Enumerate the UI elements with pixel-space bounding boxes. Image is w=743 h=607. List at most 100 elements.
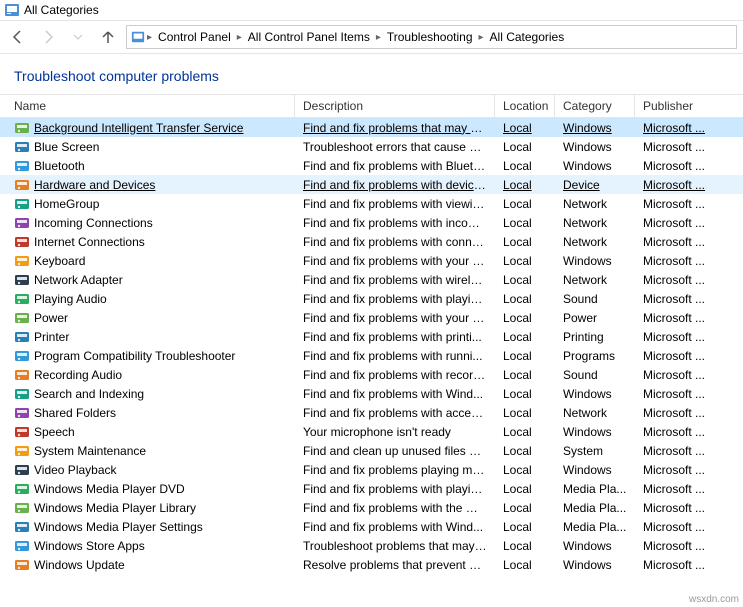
list-item[interactable]: Program Compatibility Troubleshooter Fin…	[0, 346, 743, 365]
item-location: Local	[495, 311, 555, 325]
list-item[interactable]: Speech Your microphone isn't ready Local…	[0, 422, 743, 441]
item-description: Your microphone isn't ready	[295, 425, 495, 439]
item-name: Network Adapter	[34, 273, 123, 287]
troubleshooter-icon	[14, 291, 30, 307]
troubleshooter-icon	[14, 462, 30, 478]
item-category: Network	[555, 235, 635, 249]
list-item[interactable]: Power Find and fix problems with your c.…	[0, 308, 743, 327]
list-item[interactable]: Windows Media Player Settings Find and f…	[0, 517, 743, 536]
troubleshooter-icon	[14, 253, 30, 269]
forward-button[interactable]	[36, 25, 60, 49]
item-location: Local	[495, 235, 555, 249]
item-location: Local	[495, 368, 555, 382]
breadcrumb-item[interactable]: All Categories	[486, 28, 569, 46]
item-location: Local	[495, 140, 555, 154]
troubleshooter-icon	[14, 405, 30, 421]
item-location: Local	[495, 178, 555, 192]
troubleshooter-icon	[14, 424, 30, 440]
item-publisher: Microsoft ...	[635, 178, 715, 192]
item-description: Find and fix problems with your c...	[295, 254, 495, 268]
list-item[interactable]: Windows Media Player Library Find and fi…	[0, 498, 743, 517]
breadcrumb-item[interactable]: Control Panel	[154, 28, 235, 46]
item-location: Local	[495, 501, 555, 515]
list-item[interactable]: Network Adapter Find and fix problems wi…	[0, 270, 743, 289]
back-button[interactable]	[6, 25, 30, 49]
item-publisher: Microsoft ...	[635, 368, 715, 382]
chevron-right-icon: ▸	[147, 32, 152, 43]
recent-dropdown-icon[interactable]	[66, 25, 90, 49]
item-category: Windows	[555, 558, 635, 572]
item-category: Windows	[555, 425, 635, 439]
item-description: Find and fix problems with viewin...	[295, 197, 495, 211]
breadcrumb-item[interactable]: Troubleshooting	[383, 28, 477, 46]
item-description: Find and fix problems that may p...	[295, 121, 495, 135]
troubleshooter-icon	[14, 158, 30, 174]
list-item[interactable]: Bluetooth Find and fix problems with Blu…	[0, 156, 743, 175]
item-category: Device	[555, 178, 635, 192]
troubleshooter-icon	[14, 329, 30, 345]
column-header-category[interactable]: Category	[555, 95, 635, 117]
troubleshooter-icon	[14, 215, 30, 231]
list-item[interactable]: HomeGroup Find and fix problems with vie…	[0, 194, 743, 213]
item-publisher: Microsoft ...	[635, 197, 715, 211]
item-location: Local	[495, 520, 555, 534]
list-item[interactable]: Background Intelligent Transfer Service …	[0, 118, 743, 137]
list-item[interactable]: System Maintenance Find and clean up unu…	[0, 441, 743, 460]
item-location: Local	[495, 349, 555, 363]
item-name: Internet Connections	[34, 235, 145, 249]
list-item[interactable]: Printer Find and fix problems with print…	[0, 327, 743, 346]
item-publisher: Microsoft ...	[635, 121, 715, 135]
item-publisher: Microsoft ...	[635, 482, 715, 496]
list-item[interactable]: Keyboard Find and fix problems with your…	[0, 251, 743, 270]
item-location: Local	[495, 406, 555, 420]
list-item[interactable]: Internet Connections Find and fix proble…	[0, 232, 743, 251]
column-header-location[interactable]: Location	[495, 95, 555, 117]
item-publisher: Microsoft ...	[635, 501, 715, 515]
list-item[interactable]: Shared Folders Find and fix problems wit…	[0, 403, 743, 422]
item-category: System	[555, 444, 635, 458]
item-description: Find and fix problems with wirele...	[295, 273, 495, 287]
item-name: Hardware and Devices	[34, 178, 155, 192]
item-name: Bluetooth	[34, 159, 85, 173]
item-name: Search and Indexing	[34, 387, 144, 401]
column-header-name[interactable]: Name	[0, 95, 295, 117]
item-category: Windows	[555, 463, 635, 477]
item-location: Local	[495, 539, 555, 553]
item-name: Shared Folders	[34, 406, 116, 420]
list-item[interactable]: Windows Store Apps Troubleshoot problems…	[0, 536, 743, 555]
list-item[interactable]: Windows Update Resolve problems that pre…	[0, 555, 743, 574]
item-location: Local	[495, 197, 555, 211]
list-item[interactable]: Recording Audio Find and fix problems wi…	[0, 365, 743, 384]
control-panel-icon	[4, 2, 20, 18]
breadcrumb[interactable]: ▸ Control Panel ▸ All Control Panel Item…	[126, 25, 737, 49]
troubleshooter-icon	[14, 234, 30, 250]
list-item[interactable]: Windows Media Player DVD Find and fix pr…	[0, 479, 743, 498]
item-location: Local	[495, 121, 555, 135]
up-button[interactable]	[96, 25, 120, 49]
watermark: wsxdn.com	[689, 594, 739, 605]
title-bar: All Categories	[0, 0, 743, 21]
list-item[interactable]: Blue Screen Troubleshoot errors that cau…	[0, 137, 743, 156]
item-location: Local	[495, 330, 555, 344]
breadcrumb-item[interactable]: All Control Panel Items	[244, 28, 374, 46]
item-name: Printer	[34, 330, 69, 344]
list-item[interactable]: Video Playback Find and fix problems pla…	[0, 460, 743, 479]
item-description: Find and fix problems with Wind...	[295, 520, 495, 534]
column-headers: Name Description Location Category Publi…	[0, 94, 743, 118]
list-item[interactable]: Incoming Connections Find and fix proble…	[0, 213, 743, 232]
item-location: Local	[495, 444, 555, 458]
column-header-description[interactable]: Description	[295, 95, 495, 117]
item-category: Sound	[555, 368, 635, 382]
list-item[interactable]: Hardware and Devices Find and fix proble…	[0, 175, 743, 194]
item-name: System Maintenance	[34, 444, 146, 458]
list-item[interactable]: Search and Indexing Find and fix problem…	[0, 384, 743, 403]
item-category: Media Pla...	[555, 501, 635, 515]
troubleshooter-icon	[14, 386, 30, 402]
item-publisher: Microsoft ...	[635, 387, 715, 401]
column-header-publisher[interactable]: Publisher	[635, 95, 715, 117]
item-description: Find and fix problems with playin...	[295, 292, 495, 306]
item-category: Windows	[555, 539, 635, 553]
list-item[interactable]: Playing Audio Find and fix problems with…	[0, 289, 743, 308]
chevron-right-icon: ▸	[376, 32, 381, 43]
item-publisher: Microsoft ...	[635, 159, 715, 173]
